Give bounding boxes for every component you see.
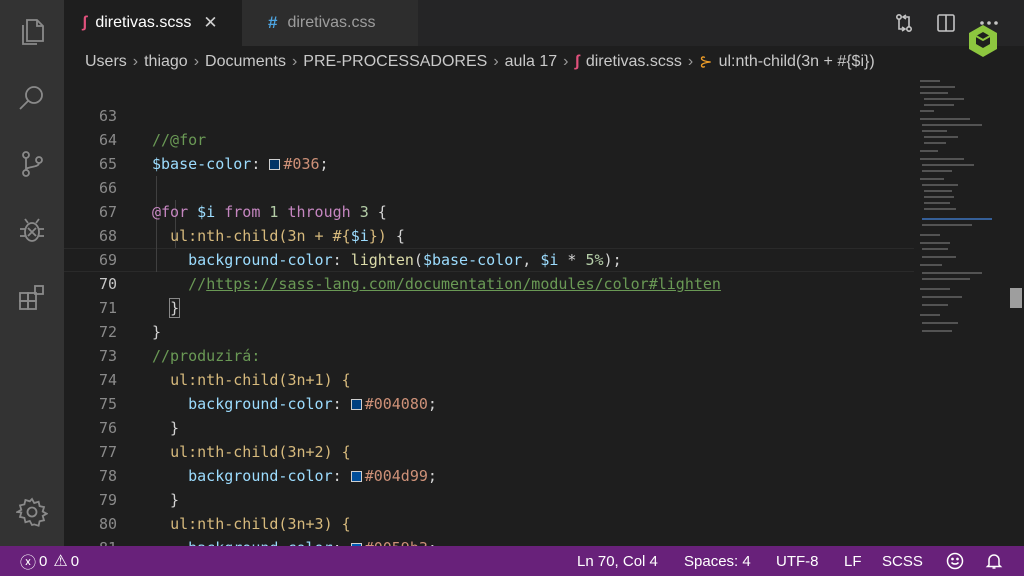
- error-icon: ⓧ: [20, 555, 37, 572]
- breadcrumb-item-symbol[interactable]: ul:nth-child(3n + #{$i}): [719, 53, 875, 71]
- code-line[interactable]: 69 //https://sass-lang.com/documentation…: [64, 224, 914, 293]
- error-count: 0: [39, 552, 48, 570]
- tab-label: diretivas.css: [287, 14, 376, 31]
- code-line[interactable]: 73 ul:nth-child(3n+1) {: [64, 320, 914, 389]
- code-line[interactable]: 63 //@for: [64, 80, 914, 149]
- settings-gear-icon[interactable]: [14, 494, 50, 530]
- sass-icon: ʃ: [82, 14, 88, 31]
- source-control-icon[interactable]: [14, 146, 50, 182]
- code-line[interactable]: 80 background-color: #0059b3;: [64, 488, 914, 546]
- code-line[interactable]: 76 ul:nth-child(3n+2) {: [64, 392, 914, 461]
- code-line[interactable]: 72 //produzirá:: [64, 296, 914, 365]
- sass-icon: ʃ: [574, 53, 580, 70]
- breadcrumb-item-pre-processadores[interactable]: PRE-PROCESSADORES: [303, 53, 487, 71]
- code-line[interactable]: 70 }: [64, 248, 914, 318]
- tab-diretivas-css[interactable]: # diretivas.css: [242, 0, 418, 46]
- chevron-right-icon: ›: [493, 53, 499, 70]
- chevron-right-icon: ›: [563, 53, 569, 70]
- feedback-smiley-icon[interactable]: [946, 546, 964, 576]
- css-hash-icon: #: [268, 13, 278, 32]
- problems-indicator[interactable]: ⓧ 0 ⚠ 0: [20, 546, 79, 576]
- code-line[interactable]: 67 ul:nth-child(3n + #{$i}) {: [64, 176, 914, 245]
- code-line[interactable]: 78 }: [64, 440, 914, 509]
- language-mode[interactable]: SCSS: [882, 546, 923, 576]
- status-bar: ⓧ 0 ⚠ 0 Ln 70, Col 4 Spaces: 4 UTF-8 LF …: [0, 546, 1024, 576]
- code-line[interactable]: 75 }: [64, 368, 914, 437]
- code-line[interactable]: 79 ul:nth-child(3n+3) {: [64, 464, 914, 533]
- code-line[interactable]: 82: [64, 536, 914, 546]
- split-editor-icon[interactable]: [933, 10, 959, 36]
- indentation-setting[interactable]: Spaces: 4: [684, 546, 751, 576]
- breadcrumb-item-users[interactable]: Users: [85, 53, 127, 71]
- eol-setting[interactable]: LF: [844, 546, 862, 576]
- explorer-files-icon[interactable]: [14, 14, 50, 50]
- warning-icon: ⚠: [53, 553, 68, 570]
- warning-count: 0: [70, 552, 80, 570]
- activity-bar: [0, 0, 64, 546]
- tab-label: diretivas.scss: [95, 14, 192, 31]
- minimap[interactable]: [918, 78, 1008, 358]
- chevron-right-icon: ›: [193, 53, 200, 70]
- notifications-bell-icon[interactable]: [985, 546, 1003, 576]
- breadcrumb-item-documents[interactable]: Documents: [205, 53, 286, 71]
- scrollbar-thumb[interactable]: [1010, 288, 1022, 308]
- extensions-icon[interactable]: [14, 280, 50, 316]
- code-line[interactable]: 65: [64, 128, 914, 173]
- code-line[interactable]: 74 background-color: #004080;: [64, 344, 914, 413]
- code-line[interactable]: 81 }: [64, 512, 914, 546]
- encoding-setting[interactable]: UTF-8: [776, 546, 819, 576]
- debug-icon[interactable]: [14, 212, 50, 248]
- breadcrumb-item-thiago[interactable]: thiago: [144, 53, 188, 71]
- code-line[interactable]: 64 $base-color: #036;: [64, 104, 914, 173]
- logo-icon: [969, 25, 997, 57]
- close-icon[interactable]: ✕: [203, 13, 217, 33]
- chevron-right-icon: ›: [687, 53, 694, 70]
- code-line[interactable]: 77 background-color: #004d99;: [64, 416, 914, 485]
- tab-diretivas-scss[interactable]: ʃ diretivas.scss ✕: [64, 0, 242, 46]
- breadcrumb: Users › thiago › Documents › PRE-PROCESS…: [64, 46, 964, 78]
- breadcrumb-item-file[interactable]: diretivas.scss: [586, 53, 682, 71]
- code-line[interactable]: 71 }: [64, 272, 914, 341]
- chevron-right-icon: ›: [291, 53, 298, 70]
- search-icon[interactable]: [14, 80, 50, 116]
- breadcrumb-item-aula-17[interactable]: aula 17: [505, 53, 558, 71]
- code-line[interactable]: 66 @for $i from 1 through 3 {: [64, 152, 914, 221]
- cursor-position[interactable]: Ln 70, Col 4: [577, 546, 658, 576]
- code-editor[interactable]: 63 //@for 64 $base-color: #036; 65 66 @f…: [64, 78, 1024, 546]
- symbol-selector-icon: ⊱: [699, 54, 713, 71]
- chevron-right-icon: ›: [132, 53, 139, 70]
- open-changes-icon[interactable]: [891, 10, 917, 36]
- code-line[interactable]: 68 background-color: lighten($base-color…: [64, 200, 914, 269]
